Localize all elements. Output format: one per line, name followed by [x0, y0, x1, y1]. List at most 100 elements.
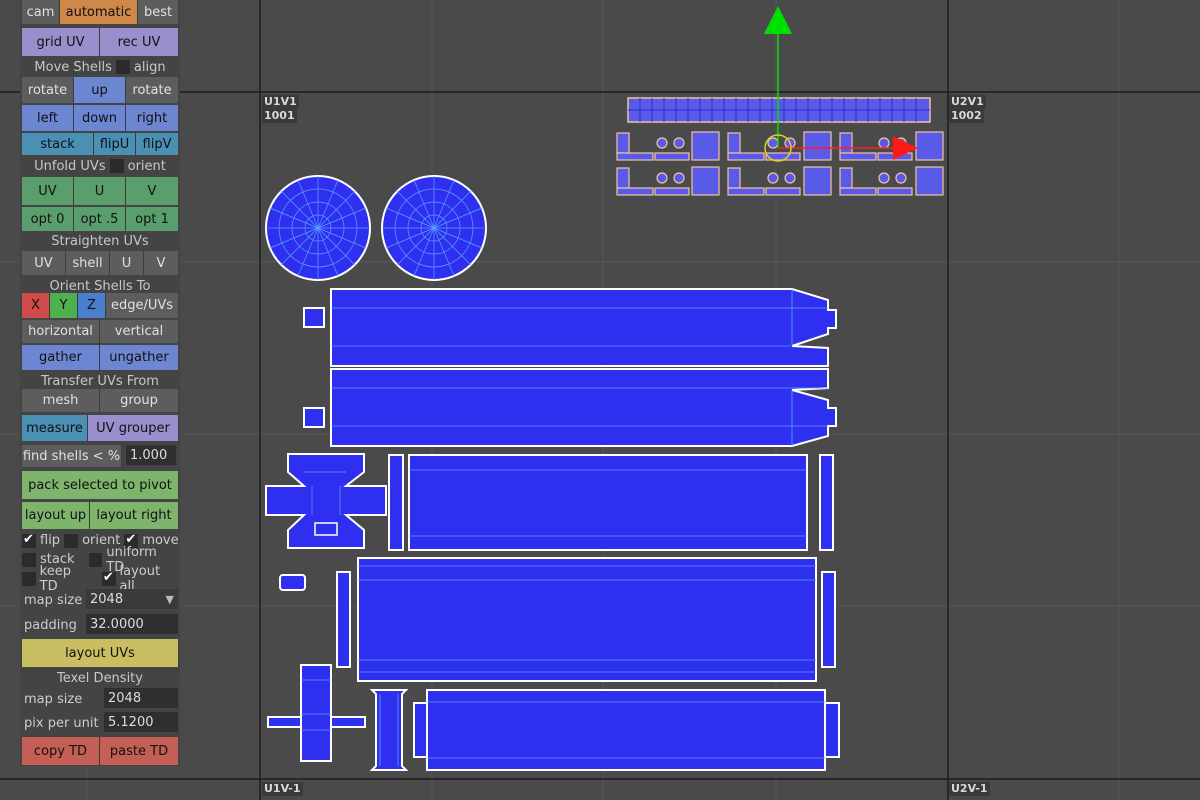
flipv-button[interactable]: flipV — [136, 133, 178, 155]
rotate-left-button[interactable]: rotate — [22, 77, 74, 103]
keep-td-checkbox[interactable] — [22, 571, 36, 586]
map-size-label: map size — [24, 592, 83, 608]
layout-all-checkbox[interactable] — [101, 570, 116, 586]
keep-td-option[interactable]: keep TD — [22, 564, 92, 594]
padding-field[interactable]: 32.0000 — [86, 614, 178, 634]
uv-shell-panel-2[interactable] — [357, 557, 817, 682]
measure-button[interactable]: measure — [22, 415, 88, 441]
uv-shell-strip[interactable] — [388, 454, 404, 551]
move-shells-header: Move Shells align — [22, 57, 178, 77]
opt-0-button[interactable]: opt 0 — [22, 207, 74, 231]
flipu-button[interactable]: flipU — [94, 133, 136, 155]
uv-shell-cylinder[interactable] — [300, 664, 332, 762]
uv-shell-strip[interactable] — [821, 571, 836, 668]
uv-shell-small[interactable] — [330, 716, 366, 728]
unfold-uv-button[interactable]: UV — [22, 177, 74, 205]
map-size-dropdown[interactable]: 2048 ▼ — [86, 589, 178, 609]
orient-checkbox[interactable] — [109, 159, 124, 173]
automatic-button[interactable]: automatic — [60, 0, 138, 24]
unfold-uvs-label: Unfold UVs — [34, 158, 106, 174]
move-right-button[interactable]: right — [126, 105, 178, 131]
transfer-mesh-button[interactable]: mesh — [22, 389, 100, 412]
move-up-button[interactable]: up — [74, 77, 126, 103]
flip-option[interactable]: flip — [22, 532, 60, 549]
td-map-size-field[interactable]: 2048 — [104, 688, 178, 708]
tile-label-u1v-1: U1V-1 — [262, 782, 303, 796]
find-shells-button[interactable]: find shells < % — [22, 445, 122, 467]
uv-editor-viewport[interactable]: U1V1 1001 U2V1 1002 U1V-1 U2V-1 — [0, 0, 1200, 800]
chevron-down-icon: ▼ — [165, 592, 174, 606]
pix-per-unit-label: pix per unit — [24, 715, 99, 731]
align-checkbox[interactable] — [115, 60, 130, 74]
copy-td-button[interactable]: copy TD — [22, 737, 100, 765]
straighten-v-button[interactable]: V — [144, 251, 178, 275]
unfold-v-button[interactable]: V — [126, 177, 178, 205]
ungather-button[interactable]: ungather — [100, 345, 178, 370]
td-map-size-label: map size — [24, 691, 83, 707]
transfer-group-button[interactable]: group — [100, 389, 178, 412]
uv-shell-strip[interactable] — [413, 702, 428, 758]
opt-05-button[interactable]: opt .5 — [74, 207, 126, 231]
tile-number-1001: 1001 — [262, 109, 297, 123]
grid-uv-button[interactable]: grid UV — [22, 28, 100, 56]
uv-shell-small[interactable] — [267, 716, 302, 728]
layout-right-button[interactable]: layout right — [90, 502, 178, 529]
find-shells-value-field[interactable]: 1.000 — [126, 445, 176, 465]
move-down-button[interactable]: down — [74, 105, 126, 131]
tile-label-u2v1: U2V1 — [949, 95, 986, 109]
stack-checkbox[interactable] — [22, 552, 36, 567]
unfold-uvs-header: Unfold UVs orient — [22, 156, 178, 176]
orient-y-button[interactable]: Y — [50, 293, 78, 318]
vertical-button[interactable]: vertical — [100, 320, 178, 343]
straighten-shell-button[interactable]: shell — [66, 251, 110, 275]
layout-orient-checkbox[interactable] — [64, 533, 79, 548]
uv-shell-disc-right[interactable] — [381, 175, 487, 281]
orient-z-button[interactable]: Z — [78, 293, 106, 318]
uv-grouper-button[interactable]: UV grouper — [88, 415, 178, 441]
tile-label-u2v-1: U2V-1 — [949, 782, 990, 796]
uv-shell-small-square[interactable] — [303, 407, 325, 428]
gather-button[interactable]: gather — [22, 345, 100, 370]
v-axis-arrow[interactable] — [764, 6, 792, 34]
texel-density-header: Texel Density — [22, 668, 178, 688]
pack-selected-to-pivot-button[interactable]: pack selected to pivot — [22, 471, 178, 499]
uv-shell-tiny[interactable] — [279, 574, 306, 591]
orient-x-button[interactable]: X — [22, 293, 50, 318]
flip-label: flip — [40, 533, 61, 548]
straighten-uvs-header: Straighten UVs — [22, 231, 178, 251]
layout-up-button[interactable]: layout up — [22, 502, 90, 529]
uv-shell-strip[interactable] — [336, 571, 351, 668]
uv-shell-small-square[interactable] — [303, 307, 325, 328]
uv-shell-strip[interactable] — [819, 454, 834, 551]
paste-td-button[interactable]: paste TD — [100, 737, 178, 765]
cam-button[interactable]: cam — [22, 0, 60, 24]
orient-label: orient — [127, 158, 166, 174]
uv-shell-long-2[interactable] — [330, 368, 837, 447]
uv-shell-disc-left[interactable] — [265, 175, 371, 281]
stack-button[interactable]: stack — [22, 133, 94, 155]
uv-canvas[interactable] — [0, 0, 1200, 800]
layout-uvs-button[interactable]: layout UVs — [22, 639, 178, 667]
straighten-uv-button[interactable]: UV — [22, 251, 66, 275]
best-button[interactable]: best — [138, 0, 178, 24]
transfer-uvs-header: Transfer UVs From — [22, 371, 178, 391]
rec-uv-button[interactable]: rec UV — [100, 28, 178, 56]
flip-checkbox[interactable] — [22, 532, 36, 548]
map-size-value: 2048 — [90, 591, 124, 607]
horizontal-button[interactable]: horizontal — [22, 320, 100, 343]
edge-uvs-button[interactable]: edge/UVs — [106, 293, 178, 318]
uv-shell-strip[interactable] — [824, 702, 840, 758]
align-label: align — [133, 59, 166, 75]
uv-toolkit-panel: cam automatic best grid UV rec UV Move S… — [20, 0, 180, 766]
straighten-u-button[interactable]: U — [110, 251, 144, 275]
rotate-right-button[interactable]: rotate — [126, 77, 178, 103]
uv-shell-spool[interactable] — [369, 689, 409, 771]
tile-label-u1v1: U1V1 — [262, 95, 299, 109]
pix-per-unit-field[interactable]: 5.1200 — [104, 712, 178, 732]
uv-shell-long-1[interactable] — [330, 288, 837, 367]
opt-1-button[interactable]: opt 1 — [126, 207, 178, 231]
move-left-button[interactable]: left — [22, 105, 74, 131]
tile-number-1002: 1002 — [949, 109, 984, 123]
layout-all-option[interactable]: layout all — [101, 564, 178, 594]
unfold-u-button[interactable]: U — [74, 177, 126, 205]
